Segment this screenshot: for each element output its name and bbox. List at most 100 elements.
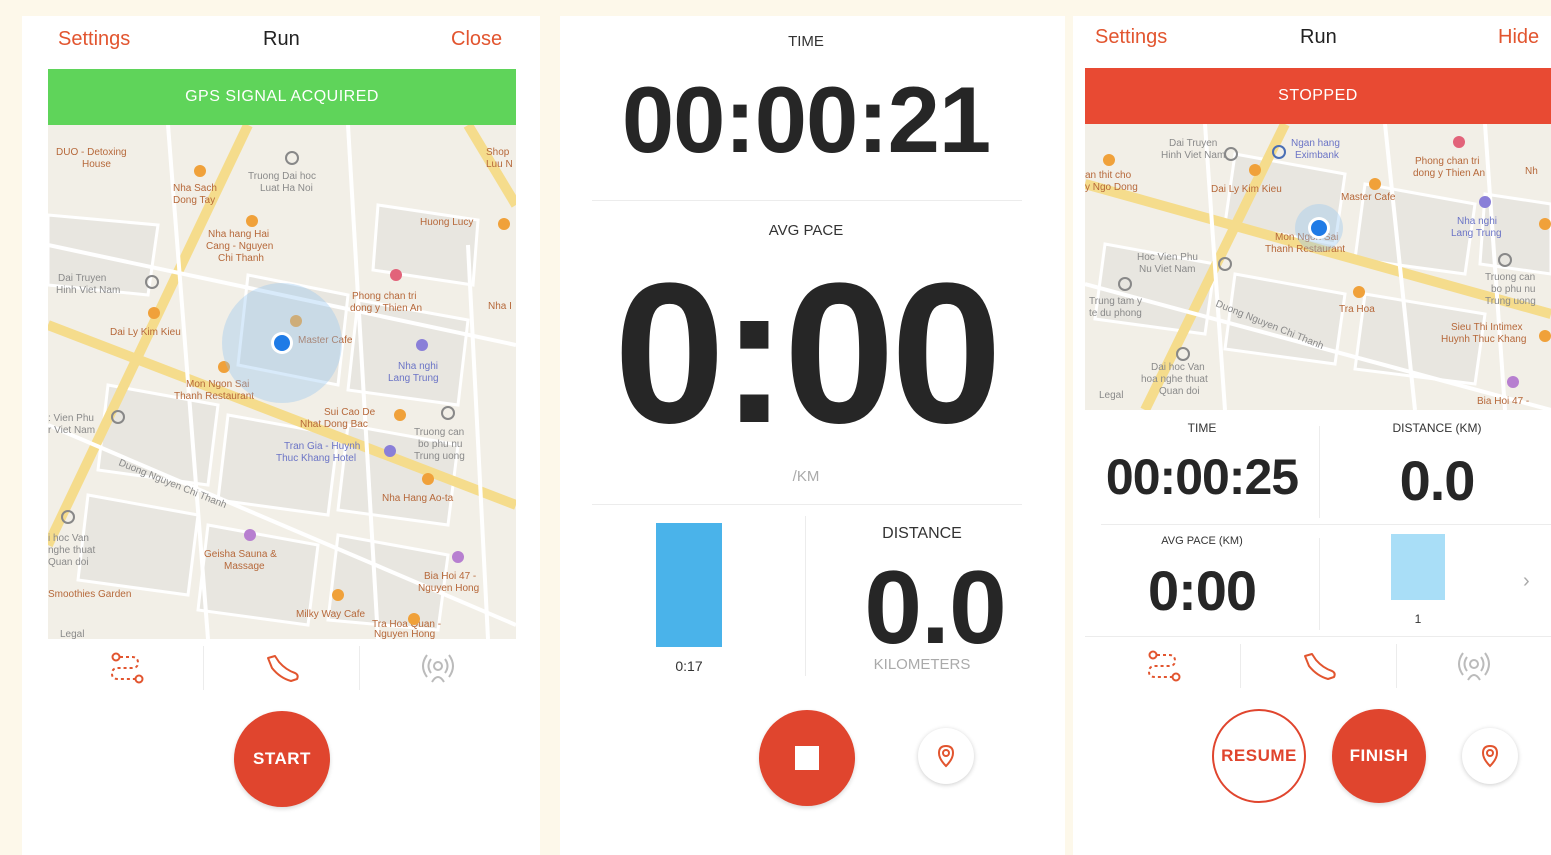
svg-text:Nha nghi: Nha nghi	[1457, 216, 1497, 227]
svg-text:Nh: Nh	[1525, 166, 1538, 177]
svg-text:Nu Viet Nam: Nu Viet Nam	[1139, 264, 1196, 275]
time-value: 00:00:21	[621, 67, 991, 172]
svg-text:Nha Hang Ao-ta: Nha Hang Ao-ta	[382, 493, 454, 504]
svg-text:Lang Trung: Lang Trung	[388, 373, 439, 384]
tab-route[interactable]	[48, 638, 203, 698]
distance-label: DISTANCE	[882, 525, 962, 542]
svg-text:Quan doi: Quan doi	[48, 557, 89, 568]
distance-unit: KILOMETERS	[873, 656, 971, 673]
svg-text:Dai Truyen: Dai Truyen	[58, 273, 106, 284]
route-icon	[1147, 650, 1180, 682]
location-pin-icon	[1481, 744, 1499, 768]
svg-text:Lang Trung: Lang Trung	[1451, 228, 1502, 239]
time-label: TIME	[1187, 421, 1217, 435]
tab-shoe[interactable]	[1241, 636, 1396, 696]
avg-pace-value: 0:00	[1147, 559, 1257, 622]
tab-route[interactable]	[1085, 636, 1240, 696]
svg-text:y Ngo Dong: y Ngo Dong	[1085, 182, 1138, 193]
svg-text:Hinh Viet Nam: Hinh Viet Nam	[1161, 150, 1225, 161]
svg-text:Huong Lucy: Huong Lucy	[420, 217, 473, 228]
svg-text:an thit cho: an thit cho	[1085, 170, 1132, 181]
svg-text:Nha hang Hai: Nha hang Hai	[208, 229, 269, 240]
current-location-dot	[1311, 220, 1327, 236]
svg-text:Quan doi: Quan doi	[1159, 386, 1200, 397]
svg-text:Legal: Legal	[1099, 390, 1123, 401]
split-bar-label: 0:17	[675, 658, 703, 674]
svg-text:Huynh Thuc Khang: Huynh Thuc Khang	[1441, 334, 1526, 345]
svg-text:Thuc Khang Hotel: Thuc Khang Hotel	[276, 453, 356, 464]
svg-text:i hoc Van: i hoc Van	[48, 533, 89, 544]
svg-text:Trung tam y: Trung tam y	[1089, 296, 1142, 307]
svg-text:: Vien Phu: : Vien Phu	[48, 413, 94, 424]
svg-text:Truong can: Truong can	[414, 427, 464, 438]
shoe-icon	[266, 655, 299, 682]
svg-text:Luu N: Luu N	[486, 159, 513, 170]
avg-pace-label: AVG PACE	[768, 222, 844, 239]
svg-text:dong y Thien An: dong y Thien An	[1413, 168, 1485, 179]
nav-title: Run	[1300, 26, 1337, 48]
svg-text:Ngan hang: Ngan hang	[1291, 138, 1340, 149]
svg-text:Massage: Massage	[224, 561, 265, 572]
svg-text:Truong can: Truong can	[1485, 272, 1535, 283]
stop-icon	[795, 746, 819, 770]
svg-text:Nha Sach: Nha Sach	[173, 183, 217, 194]
svg-text:Phong chan tri: Phong chan tri	[1415, 156, 1480, 167]
svg-text:Sui Cao De: Sui Cao De	[324, 407, 376, 418]
map-view[interactable]: DUO - Detoxing House Truong Dai hoc Luat…	[48, 125, 516, 639]
svg-text:Shop: Shop	[486, 147, 510, 158]
svg-text:Luat Ha Noi: Luat Ha Noi	[260, 183, 313, 194]
avg-pace-label: AVG PACE (KM)	[1161, 535, 1243, 547]
svg-text:bo phu nu: bo phu nu	[418, 439, 463, 450]
screen-running: TIME 00:00:21 AVG PACE 0:00 /KM 0:17 DIS…	[560, 16, 1065, 855]
tab-bar	[1073, 636, 1551, 696]
svg-text:Truong Dai hoc: Truong Dai hoc	[248, 171, 316, 182]
time-value: 00:00:25	[1105, 449, 1299, 505]
split-bar	[656, 523, 722, 647]
start-button[interactable]: START	[234, 711, 330, 807]
tab-shoe[interactable]	[204, 638, 359, 698]
svg-text:Geisha Sauna &: Geisha Sauna &	[204, 549, 277, 560]
distance-value: 0.0	[864, 550, 1007, 666]
svg-text:te du phong: te du phong	[1089, 308, 1142, 319]
avg-pace-value: 0:00	[613, 242, 1002, 465]
location-button[interactable]	[918, 728, 974, 784]
tab-bar	[22, 638, 540, 698]
tab-beacon[interactable]	[360, 638, 516, 698]
svg-text:Bia Hoi 47 -: Bia Hoi 47 -	[424, 571, 476, 582]
svg-text:Trung uong: Trung uong	[414, 451, 465, 462]
nav-title: Run	[263, 28, 300, 50]
svg-text:Nhat Dong Bac: Nhat Dong Bac	[300, 419, 368, 430]
svg-text:Bia Hoi 47 -: Bia Hoi 47 -	[1477, 396, 1529, 407]
tab-beacon[interactable]	[1397, 636, 1551, 696]
svg-text:dong y Thien An: dong y Thien An	[350, 303, 422, 314]
svg-text:Trung uong: Trung uong	[1485, 296, 1536, 307]
svg-text:Dai Ly Kim Kieu: Dai Ly Kim Kieu	[110, 327, 181, 338]
svg-text:Thanh Restaurant: Thanh Restaurant	[174, 391, 254, 402]
svg-text:Cang - Nguyen: Cang - Nguyen	[206, 241, 273, 252]
svg-text:Smoothies Garden: Smoothies Garden	[48, 589, 131, 600]
stop-button[interactable]	[759, 710, 855, 806]
split-index: 1	[1414, 612, 1422, 626]
svg-text:Chi Thanh: Chi Thanh	[218, 253, 264, 264]
svg-text:Dai Truyen: Dai Truyen	[1169, 138, 1217, 149]
close-link[interactable]: Close	[451, 28, 502, 51]
time-label: TIME	[788, 33, 824, 50]
svg-text:Tra Hoa: Tra Hoa	[1339, 304, 1375, 315]
svg-text:Dai Ly Kim Kieu: Dai Ly Kim Kieu	[1211, 184, 1282, 195]
location-button[interactable]	[1462, 728, 1518, 784]
chevron-right-icon[interactable]: ›	[1523, 570, 1530, 593]
settings-link[interactable]: Settings	[58, 28, 130, 51]
route-icon	[110, 652, 143, 684]
hide-link[interactable]: Hide	[1498, 26, 1539, 49]
svg-text:nghe thuat: nghe thuat	[48, 545, 95, 556]
settings-link[interactable]: Settings	[1095, 26, 1167, 49]
svg-text:Milky Way Cafe: Milky Way Cafe	[296, 609, 366, 620]
distance-value: 0.0	[1399, 449, 1476, 512]
finish-button[interactable]: FINISH	[1332, 709, 1426, 803]
map-view[interactable]: Dai Truyen Hinh Viet Nam Ngan hang Eximb…	[1085, 124, 1551, 410]
gps-status-banner: GPS SIGNAL ACQUIRED	[48, 69, 516, 125]
svg-text:r Viet Nam: r Viet Nam	[48, 425, 95, 436]
resume-button[interactable]: RESUME	[1212, 709, 1306, 803]
screen-start: Settings Run Close GPS SIGNAL ACQUIRED D…	[22, 16, 540, 855]
svg-text:Nguyen Hong: Nguyen Hong	[418, 583, 479, 594]
